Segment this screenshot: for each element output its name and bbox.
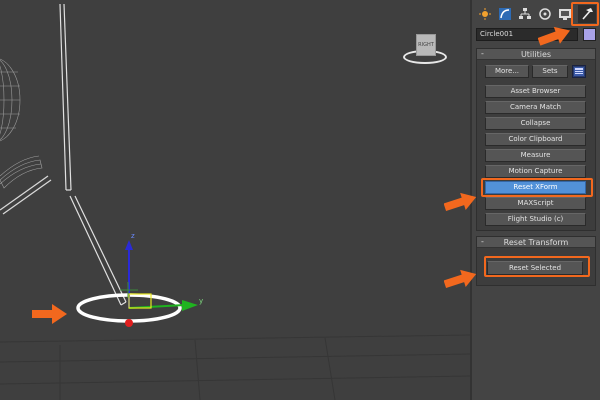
modify-icon bbox=[499, 8, 511, 20]
arrow-reset-xform-icon bbox=[444, 192, 477, 212]
tab-hierarchy[interactable] bbox=[516, 5, 534, 23]
maxscript-button[interactable]: MAXScript bbox=[485, 197, 586, 210]
measure-button[interactable]: Measure bbox=[485, 149, 586, 162]
rod-left bbox=[0, 175, 52, 215]
command-panel-tabs bbox=[472, 2, 600, 26]
arrow-reset-selected-icon bbox=[444, 269, 477, 289]
object-color-swatch[interactable] bbox=[583, 28, 596, 41]
flight-studio-button[interactable]: Flight Studio (c) bbox=[485, 213, 586, 226]
configure-sets-button[interactable] bbox=[572, 65, 586, 78]
camera-match-button[interactable]: Camera Match bbox=[485, 101, 586, 114]
more-button[interactable]: More... bbox=[485, 65, 529, 78]
z-axis-label: z bbox=[131, 232, 135, 240]
display-icon bbox=[559, 9, 571, 20]
sets-button[interactable]: Sets bbox=[532, 65, 568, 78]
hierarchy-icon bbox=[519, 8, 531, 19]
perspective-viewport[interactable]: z y RIGHT bbox=[0, 0, 470, 400]
sun-icon bbox=[479, 8, 491, 20]
arrow-circle-icon bbox=[32, 304, 67, 324]
utilities-rollout-header[interactable]: - Utilities bbox=[477, 49, 595, 60]
motion-icon bbox=[539, 8, 551, 20]
reset-transform-rollout-header[interactable]: - Reset Transform bbox=[477, 237, 595, 248]
y-axis-label: y bbox=[199, 297, 203, 305]
tab-modify[interactable] bbox=[496, 5, 514, 23]
command-panel: Circle001 - Utilities More... Sets Asset… bbox=[470, 0, 600, 400]
tab-display[interactable] bbox=[556, 5, 574, 23]
configure-sets-icon bbox=[574, 67, 584, 76]
tab-utilities[interactable] bbox=[578, 5, 596, 23]
viewport-scene: z y bbox=[0, 3, 470, 400]
reset-xform-button[interactable]: Reset XForm bbox=[485, 181, 586, 194]
hammer-icon bbox=[582, 8, 593, 20]
color-clipboard-button[interactable]: Color Clipboard bbox=[485, 133, 586, 146]
reset-transform-rollout-title: Reset Transform bbox=[503, 238, 569, 247]
tab-motion[interactable] bbox=[536, 5, 554, 23]
ground-grid bbox=[0, 334, 470, 400]
utilities-rollout-title: Utilities bbox=[520, 50, 552, 59]
tab-create[interactable] bbox=[476, 5, 494, 23]
transform-gizmo[interactable]: z y bbox=[120, 232, 203, 327]
viewcube[interactable]: RIGHT bbox=[402, 28, 448, 68]
rod-vertical bbox=[59, 3, 72, 191]
motion-capture-button[interactable]: Motion Capture bbox=[485, 165, 586, 178]
x-axis-handle[interactable] bbox=[125, 319, 133, 327]
utilities-rollout: - Utilities More... Sets Asset Browser C… bbox=[476, 48, 596, 231]
collapse-button[interactable]: Collapse bbox=[485, 117, 586, 130]
reset-selected-button[interactable]: Reset Selected bbox=[487, 261, 583, 275]
reset-transform-rollout: - Reset Transform Reset Selected bbox=[476, 236, 596, 286]
wireframe-sphere bbox=[0, 58, 21, 142]
y-arrowhead bbox=[182, 300, 198, 311]
viewcube-label: RIGHT bbox=[418, 42, 434, 48]
wireframe-torus bbox=[0, 155, 43, 189]
asset-browser-button[interactable]: Asset Browser bbox=[485, 85, 586, 98]
arrow-utilities-tab-icon bbox=[538, 26, 571, 46]
z-arrowhead bbox=[125, 240, 133, 250]
rod-diagonal bbox=[69, 195, 127, 306]
